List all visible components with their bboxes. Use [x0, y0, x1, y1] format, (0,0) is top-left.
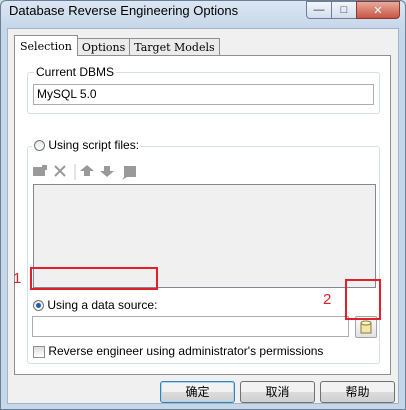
data-source-field[interactable] [32, 316, 349, 337]
cancel-button[interactable]: 取消 [240, 381, 315, 403]
admin-permissions-option[interactable]: Reverse engineer using administrator's p… [33, 344, 323, 358]
data-source-icon [360, 320, 372, 334]
data-source-option[interactable]: Using a data source: [33, 298, 157, 312]
close-icon: ✕ [373, 4, 383, 17]
admin-permissions-checkbox[interactable] [33, 345, 45, 358]
maximize-icon: □ [340, 4, 348, 16]
tab-selection[interactable]: Selection [14, 35, 78, 56]
minimize-button[interactable]: — [306, 1, 332, 19]
dialog-body: Selection Options Target Models Current … [7, 28, 399, 404]
tab-options[interactable]: Options [76, 38, 131, 56]
window-title: Database Reverse Engineering Options [9, 3, 239, 18]
annotation-number-2: 2 [323, 291, 332, 308]
help-button[interactable]: 帮助 [320, 381, 395, 403]
delete-icon[interactable] [54, 165, 66, 177]
properties-icon[interactable] [122, 166, 136, 180]
minimize-icon: — [313, 4, 325, 16]
current-dbms-field: MySQL 5.0 [33, 84, 374, 105]
script-files-toolbar [33, 164, 136, 180]
annotation-box-1 [30, 267, 158, 290]
data-source-radio[interactable] [33, 300, 44, 312]
move-down-icon[interactable] [100, 166, 114, 177]
current-dbms-label: Current DBMS [34, 65, 117, 79]
script-files-option[interactable]: Using script files: [32, 138, 142, 152]
dialog-window: Database Reverse Engineering Options — □… [0, 0, 406, 410]
tab-strip: Selection Options Target Models [14, 35, 220, 56]
add-file-icon[interactable] [33, 165, 47, 176]
ok-button[interactable]: 确定 [160, 381, 235, 403]
tab-target-models[interactable]: Target Models [129, 38, 220, 56]
script-files-radio[interactable] [34, 140, 45, 152]
annotation-box-2 [345, 279, 381, 320]
close-button[interactable]: ✕ [356, 1, 400, 19]
move-up-icon[interactable] [80, 165, 94, 176]
annotation-number-1: 1 [13, 270, 22, 287]
admin-permissions-label: Reverse engineer using administrator's p… [48, 344, 324, 358]
caption-buttons: — □ ✕ [306, 1, 400, 19]
selection-panel: Current DBMS MySQL 5.0 Using script file… [14, 55, 391, 375]
current-dbms-group: Current DBMS MySQL 5.0 [27, 65, 380, 114]
script-files-label: Using script files: [48, 138, 140, 152]
maximize-button[interactable]: □ [331, 1, 357, 19]
data-source-label: Using a data source: [47, 298, 158, 312]
